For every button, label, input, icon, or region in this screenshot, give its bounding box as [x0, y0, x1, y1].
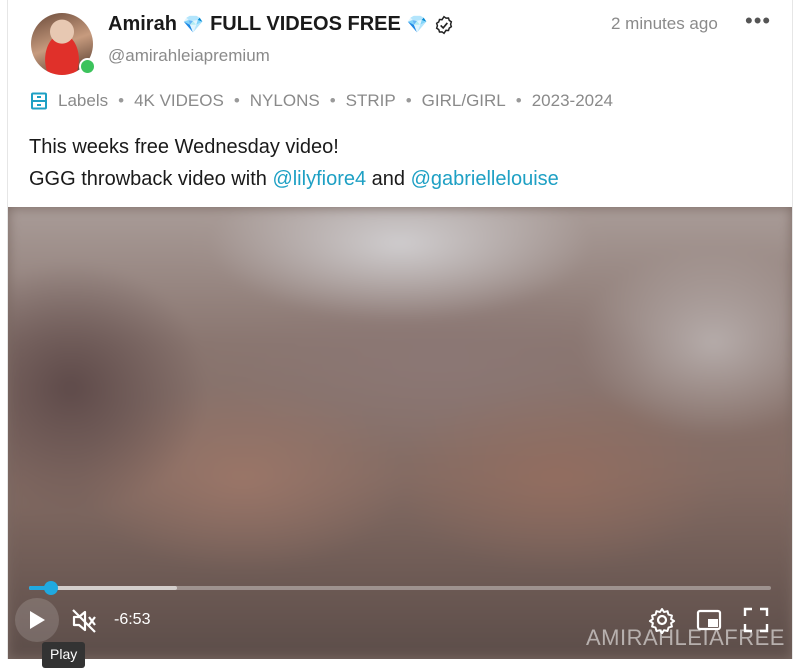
post-card: Amirah 💎 FULL VIDEOS FREE 💎 @amirahleiap…	[7, 0, 793, 659]
play-icon	[30, 611, 45, 629]
online-status-dot	[79, 58, 96, 75]
watermark-text: AMIRAHLEIAFREE	[586, 625, 785, 650]
muted-icon[interactable]	[70, 607, 98, 635]
labels-title[interactable]: Labels	[58, 91, 108, 111]
diamond-icon: 💎	[182, 14, 205, 34]
post-text: This weeks free Wednesday video! GGG thr…	[29, 131, 559, 195]
author-name-row[interactable]: Amirah 💎 FULL VIDEOS FREE 💎	[108, 13, 454, 36]
labels-row: Labels • 4K VIDEOS • NYLONS • STRIP • GI…	[30, 91, 613, 111]
post-timestamp: 2 minutes ago	[611, 14, 718, 33]
more-options-button[interactable]: •••	[745, 8, 771, 34]
video-player[interactable]: -6:53	[8, 207, 792, 659]
author-name[interactable]: Amirah	[108, 13, 177, 36]
diamond-icon: 💎	[406, 14, 429, 34]
play-tooltip: Play	[42, 642, 86, 668]
label-tag[interactable]: 4K VIDEOS	[134, 91, 224, 111]
video-frame	[8, 207, 792, 659]
label-tag[interactable]: GIRL/GIRL	[422, 91, 506, 111]
label-tag[interactable]: NYLONS	[250, 91, 320, 111]
author-handle[interactable]: @amirahleiapremium	[108, 46, 270, 66]
author-title[interactable]: FULL VIDEOS FREE	[210, 13, 401, 36]
post-text-line-1: This weeks free Wednesday video!	[29, 136, 339, 158]
post-text-line-2: GGG throwback video with @lilyfiore4 and…	[29, 168, 559, 190]
play-button[interactable]	[15, 598, 59, 642]
label-tag[interactable]: 2023-2024	[532, 91, 613, 111]
verified-icon	[435, 15, 453, 34]
labels-icon	[31, 92, 47, 110]
mention-link[interactable]: @gabriellelouise	[411, 168, 559, 190]
progress-bar[interactable]	[29, 581, 771, 595]
remaining-time: -6:53	[114, 611, 151, 628]
label-tag[interactable]: STRIP	[346, 91, 396, 111]
mention-link[interactable]: @lilyfiore4	[272, 168, 366, 190]
